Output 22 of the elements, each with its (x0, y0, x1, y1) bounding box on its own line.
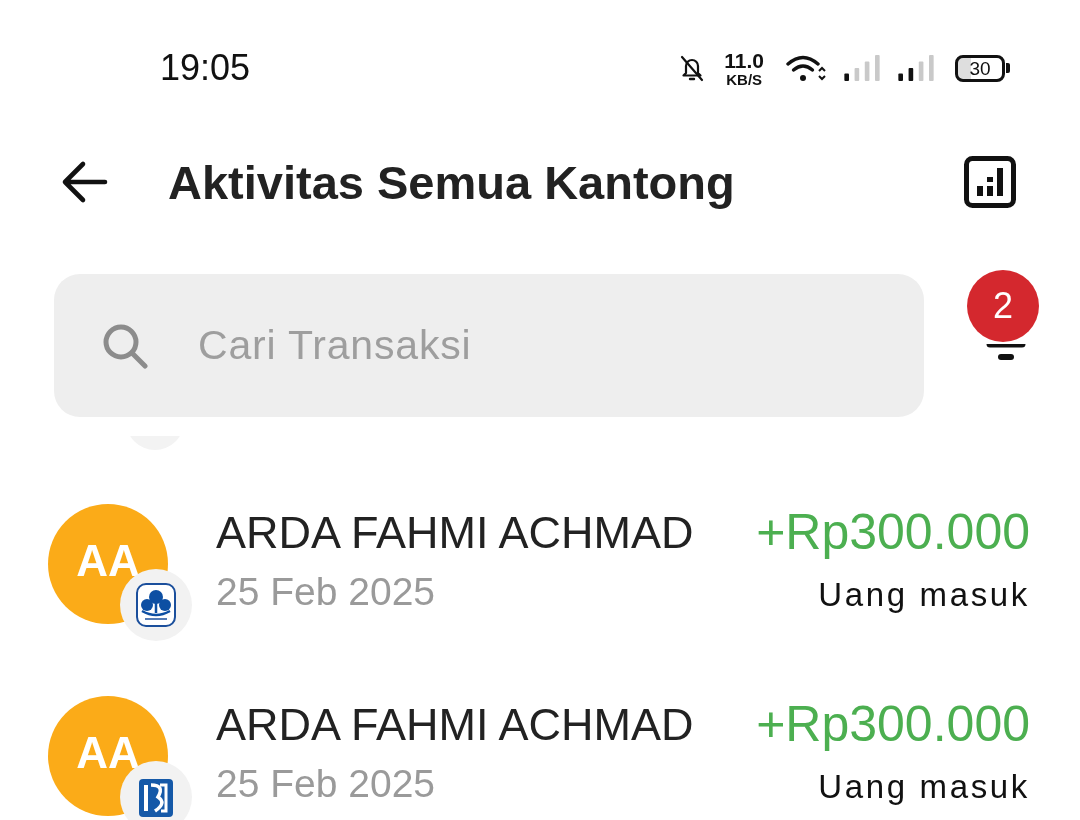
bell-off-icon (680, 54, 705, 82)
network-speed-value: 11.0 (724, 49, 764, 71)
bar-chart-icon[interactable] (964, 156, 1016, 208)
signal-icon (843, 55, 881, 81)
transaction-type: Uang masuk (818, 575, 1030, 615)
amount: +Rp300.000 (756, 697, 1030, 751)
search-field[interactable]: Cari Transaksi (54, 274, 924, 417)
wifi-icon (786, 54, 827, 82)
page-title: Aktivitas Semua Kantong (168, 154, 735, 210)
network-speed-unit: KB/S (726, 71, 763, 87)
transaction-date: 25 Feb 2025 (216, 762, 435, 806)
back-arrow-icon[interactable] (60, 160, 108, 204)
signal-icon (897, 55, 935, 81)
amount: +Rp300.000 (756, 505, 1030, 559)
status-time: 19:05 (160, 47, 251, 89)
battery-percent: 30 (969, 58, 991, 78)
search-icon (102, 323, 148, 369)
count-badge: 2 (967, 270, 1039, 342)
transaction-date: 25 Feb 2025 (216, 570, 435, 614)
transaction-type: Uang masuk (818, 767, 1030, 807)
payer-name: ARDA FAHMI ACHMAD (216, 700, 694, 750)
payer-name: ARDA FAHMI ACHMAD (216, 508, 694, 558)
